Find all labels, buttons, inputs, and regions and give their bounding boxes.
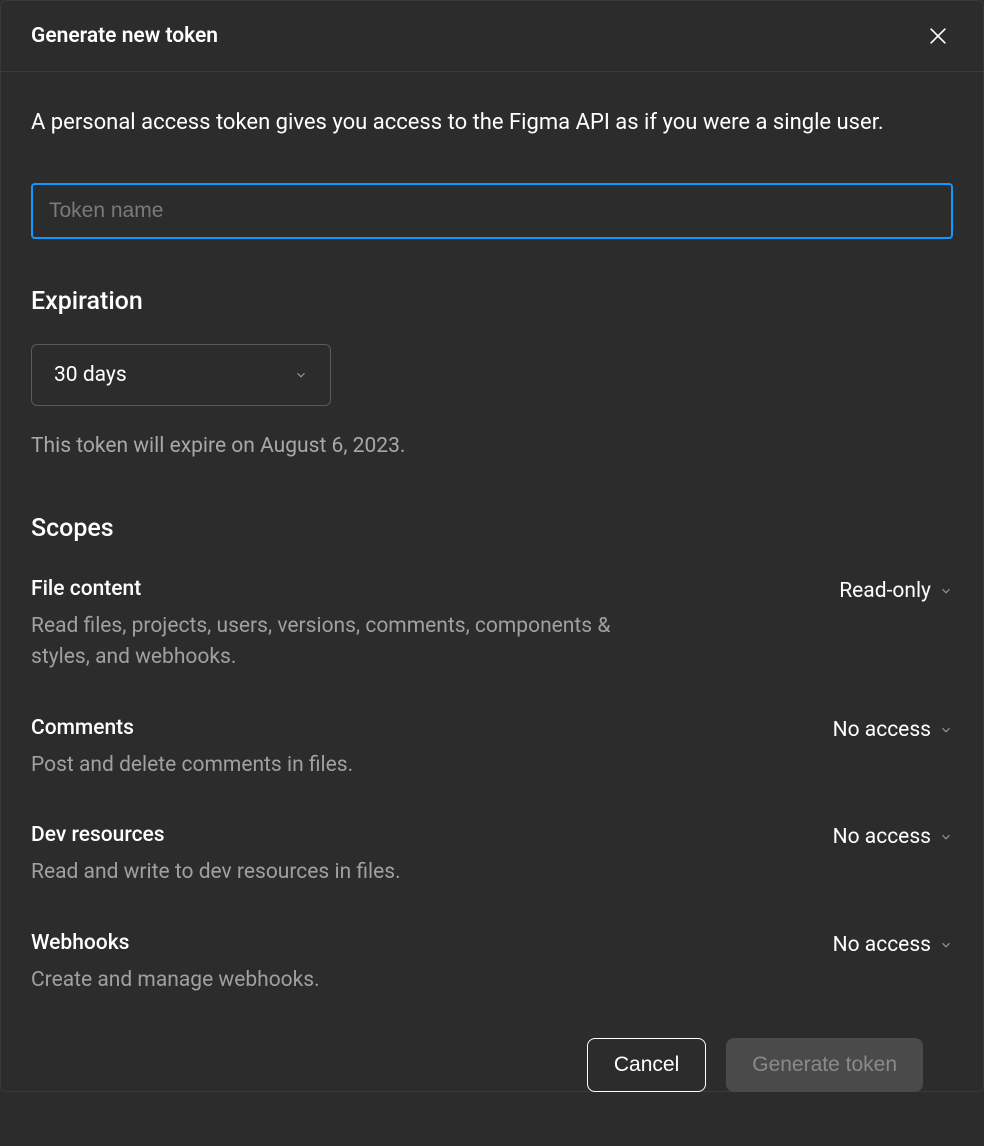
- modal-title: Generate new token: [31, 24, 218, 48]
- scope-value: Read-only: [839, 579, 931, 603]
- scope-row-webhooks: Webhooks Create and manage webhooks. No …: [31, 931, 953, 997]
- close-icon: [927, 25, 949, 47]
- chevron-down-icon: [939, 938, 953, 952]
- scope-title: File content: [31, 577, 671, 601]
- scope-desc: Read files, projects, users, versions, c…: [31, 611, 671, 674]
- cancel-button[interactable]: Cancel: [587, 1038, 706, 1092]
- expiration-select[interactable]: 30 days: [31, 344, 331, 406]
- scope-value: No access: [833, 933, 931, 957]
- chevron-down-icon: [939, 830, 953, 844]
- generate-token-button[interactable]: Generate token: [726, 1038, 923, 1092]
- scope-desc: Create and manage webhooks.: [31, 965, 671, 997]
- scope-left: File content Read files, projects, users…: [31, 577, 671, 674]
- scope-desc: Read and write to dev resources in files…: [31, 857, 671, 889]
- expiration-selected-value: 30 days: [54, 363, 127, 387]
- scope-row-comments: Comments Post and delete comments in fil…: [31, 716, 953, 782]
- scope-title: Dev resources: [31, 823, 671, 847]
- scope-left: Dev resources Read and write to dev reso…: [31, 823, 671, 889]
- scope-title: Comments: [31, 716, 671, 740]
- scope-left: Comments Post and delete comments in fil…: [31, 716, 671, 782]
- modal-description: A personal access token gives you access…: [31, 108, 953, 139]
- chevron-down-icon: [939, 723, 953, 737]
- generate-token-modal: Generate new token A personal access tok…: [0, 0, 984, 1092]
- chevron-down-icon: [294, 368, 308, 382]
- scope-desc: Post and delete comments in files.: [31, 750, 671, 782]
- scope-title: Webhooks: [31, 931, 671, 955]
- modal-header: Generate new token: [1, 1, 983, 72]
- scope-access-select[interactable]: No access: [833, 716, 953, 742]
- scope-access-select[interactable]: No access: [833, 931, 953, 957]
- scope-access-select[interactable]: No access: [833, 823, 953, 849]
- expiration-heading: Expiration: [31, 287, 953, 316]
- expiration-note: This token will expire on August 6, 2023…: [31, 434, 953, 458]
- token-name-input[interactable]: [31, 183, 953, 239]
- scope-value: No access: [833, 825, 931, 849]
- chevron-down-icon: [939, 584, 953, 598]
- modal-body: A personal access token gives you access…: [1, 72, 983, 1146]
- scope-value: No access: [833, 718, 931, 742]
- modal-footer: Cancel Generate token: [31, 1038, 953, 1122]
- scopes-heading: Scopes: [31, 514, 953, 543]
- scope-row-file-content: File content Read files, projects, users…: [31, 577, 953, 674]
- close-button[interactable]: [923, 21, 953, 51]
- scope-row-dev-resources: Dev resources Read and write to dev reso…: [31, 823, 953, 889]
- scope-left: Webhooks Create and manage webhooks.: [31, 931, 671, 997]
- scope-access-select[interactable]: Read-only: [839, 577, 953, 603]
